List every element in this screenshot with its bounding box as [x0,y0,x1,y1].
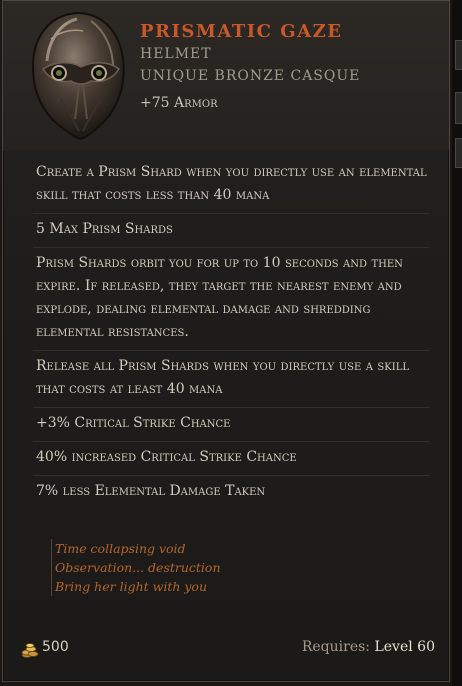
affix-list: Create a Prism Shard when you directly u… [33,157,429,509]
item-tooltip: PRISMATIC GAZE HELMET UNIQUE BRONZE CASQ… [2,0,450,682]
gold-coins-icon [21,643,39,658]
background-tab [455,138,462,168]
tooltip-footer: 500 Requires: Level 60 [21,639,437,663]
level-requirement: Requires: Level 60 [302,639,435,655]
gold-value: 500 [42,639,69,655]
affix-line: 5 Max Prism Shards [33,214,429,248]
lore-line: Time collapsing void [55,541,186,556]
armor-label: Armor [174,95,218,111]
lore-line: Observation... destruction [55,560,221,575]
armor-value: +75 [140,95,170,111]
affix-line: +3% Critical Strike Chance [33,408,429,442]
item-base-type: UNIQUE BRONZE CASQUE [140,68,361,84]
affix-line: Create a Prism Shard when you directly u… [33,157,429,214]
affix-line: 40% increased Critical Strike Chance [33,442,429,476]
helmet-icon [31,11,125,141]
requires-level: Level 60 [374,639,435,655]
lore-line: Bring her light with you [55,579,208,594]
lore-text: Time collapsing void Observation... dest… [51,539,221,596]
item-name: PRISMATIC GAZE [140,21,343,42]
affix-line: 7% less Elemental Damage Taken [36,483,266,499]
tooltip-header: PRISMATIC GAZE HELMET UNIQUE BRONZE CASQ… [3,1,449,151]
affix-line: Release all Prism Shards when you direct… [33,351,429,408]
background-tab [455,92,462,124]
armor-stat: +75 Armor [140,95,218,111]
requires-label: Requires: [301,639,371,655]
background-tab [455,40,462,70]
item-slot: HELMET [140,46,212,62]
affix-line: Prism Shards orbit you for up to 10 seco… [33,248,429,351]
